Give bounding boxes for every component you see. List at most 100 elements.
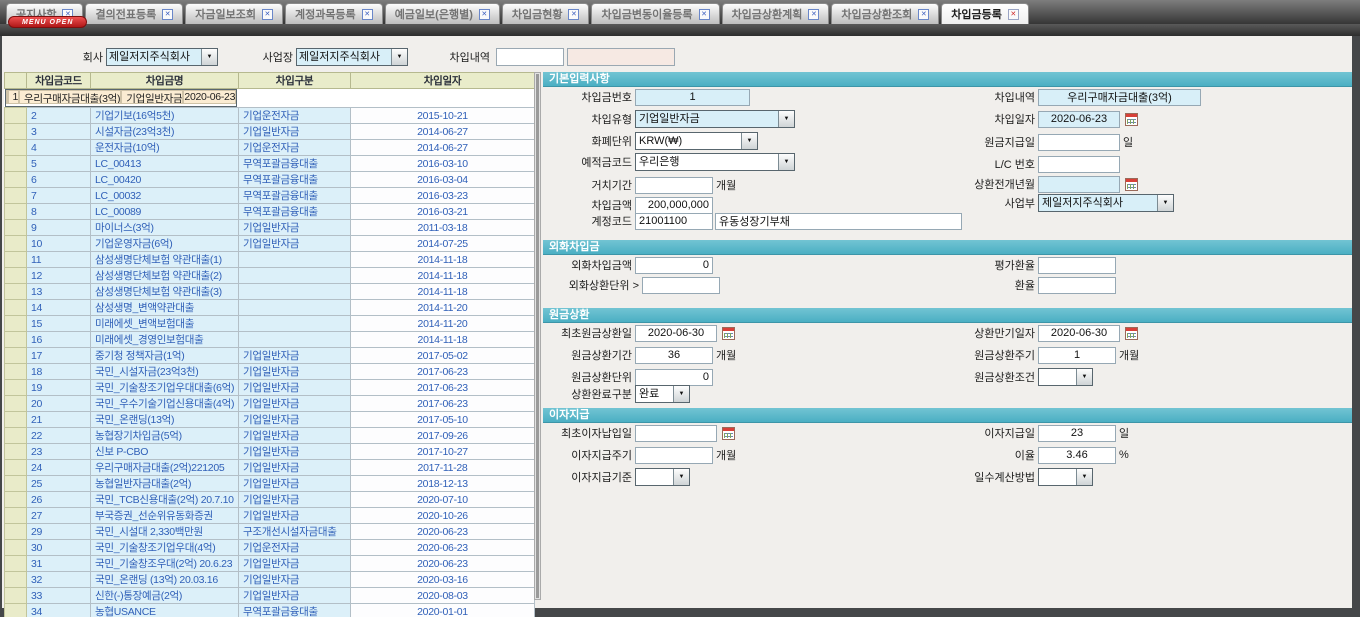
table-cell-date[interactable]: 2017-09-26	[351, 428, 535, 444]
close-icon[interactable]: ✕	[918, 9, 929, 20]
table-cell-date[interactable]: 2020-08-03	[351, 588, 535, 604]
table-cell-code[interactable]: 14	[27, 300, 91, 316]
table-cell-type[interactable]	[239, 316, 351, 332]
table-cell-code[interactable]: 33	[27, 588, 91, 604]
table-row[interactable]: 17중기청 정책자금(1억)기업일반자금2017-05-02	[5, 348, 535, 364]
table-cell-code[interactable]: 25	[27, 476, 91, 492]
table-cell-type[interactable]: 기업일반자금	[239, 412, 351, 428]
close-icon[interactable]: ✕	[262, 9, 273, 20]
table-cell-code[interactable]: 29	[27, 524, 91, 540]
col-header-date[interactable]: 차입일자	[351, 73, 535, 89]
table-cell-type[interactable]: 기업일반자금	[239, 556, 351, 572]
table-cell-selcol[interactable]	[5, 220, 27, 236]
table-row[interactable]: 32국민_온랜딩 (13억) 20.03.16기업일반자금2020-03-16	[5, 572, 535, 588]
eval-rate-field[interactable]	[1038, 257, 1116, 274]
interest-day-field[interactable]	[1038, 425, 1116, 442]
table-cell-date[interactable]: 2018-12-13	[351, 476, 535, 492]
table-cell-type[interactable]: 기업일반자금	[239, 364, 351, 380]
table-cell-date[interactable]: 2017-05-10	[351, 412, 535, 428]
table-cell-selcol[interactable]	[5, 348, 27, 364]
table-row[interactable]: 1우리구매자금대출(3억)기업일반자금2020-06-23	[5, 89, 238, 107]
table-cell-code[interactable]: 15	[27, 316, 91, 332]
division-select[interactable]: 제일저지주식회사▼	[1038, 194, 1174, 212]
account-name-field[interactable]	[715, 213, 962, 230]
table-cell-type[interactable]: 기업일반자금	[239, 444, 351, 460]
table-cell-type[interactable]: 기업일반자금	[239, 396, 351, 412]
table-cell-code[interactable]: 20	[27, 396, 91, 412]
table-cell-date[interactable]: 2016-03-21	[351, 204, 535, 220]
table-row[interactable]: 20국민_우수기술기업신용대출(4억)기업일반자금2017-06-23	[5, 396, 535, 412]
table-cell-code[interactable]: 31	[27, 556, 91, 572]
col-header-code[interactable]: 차입금코드	[27, 73, 91, 89]
calendar-icon[interactable]	[1125, 113, 1138, 126]
table-cell-code[interactable]: 7	[27, 188, 91, 204]
table-cell-code[interactable]: 1	[8, 90, 20, 104]
table-cell-selcol[interactable]	[5, 444, 27, 460]
table-cell-code[interactable]: 12	[27, 268, 91, 284]
table-cell-date[interactable]: 2017-10-27	[351, 444, 535, 460]
table-cell-date[interactable]: 2014-06-27	[351, 140, 535, 156]
loan-no-field[interactable]	[635, 89, 750, 106]
table-cell-date[interactable]: 2016-03-04	[351, 172, 535, 188]
table-cell-code[interactable]: 22	[27, 428, 91, 444]
table-cell-date[interactable]: 2014-11-18	[351, 332, 535, 348]
table-row[interactable]: 25농협일반자금대출(2억)기업일반자금2018-12-13	[5, 476, 535, 492]
table-row[interactable]: 9마이너스(3억)기업일반자금2011-03-18	[5, 220, 535, 236]
company-select[interactable]: 제일저지주식회사 ▼	[106, 48, 218, 66]
table-cell-selcol[interactable]	[5, 460, 27, 476]
calendar-icon[interactable]	[722, 427, 735, 440]
table-cell-code[interactable]: 32	[27, 572, 91, 588]
table-cell-type[interactable]: 기업운전자금	[239, 140, 351, 156]
calendar-icon[interactable]	[1125, 327, 1138, 340]
table-cell-selcol[interactable]	[5, 604, 27, 617]
table-cell-date[interactable]: 2015-10-21	[351, 108, 535, 124]
table-cell-name[interactable]: 삼성생명단체보험 약관대출(1)	[91, 252, 239, 268]
grace-period-field[interactable]	[635, 177, 713, 194]
interest-rate-field[interactable]	[1038, 447, 1116, 464]
close-icon[interactable]: ✕	[568, 9, 579, 20]
close-icon[interactable]: ✕	[808, 9, 819, 20]
table-cell-type[interactable]: 기업일반자금	[239, 428, 351, 444]
table-cell-selcol[interactable]	[5, 316, 27, 332]
table-cell-name[interactable]: 삼성생명_변액약관대출	[91, 300, 239, 316]
table-cell-date[interactable]: 2020-01-01	[351, 604, 535, 617]
day-count-select[interactable]: ▼	[1038, 468, 1093, 486]
table-cell-name[interactable]: 우리구매자금대출(3억)	[19, 90, 121, 104]
lc-no-field[interactable]	[1038, 156, 1120, 173]
first-repay-date-field[interactable]	[635, 325, 717, 342]
table-cell-selcol[interactable]	[5, 156, 27, 172]
table-cell-type[interactable]: 기업일반자금	[239, 380, 351, 396]
table-cell-name[interactable]: 국민_우수기술기업신용대출(4억)	[91, 396, 239, 412]
tab-4[interactable]: 계정과목등록✕	[285, 3, 383, 24]
table-cell-selcol[interactable]	[5, 428, 27, 444]
table-cell-type[interactable]: 기업일반자금	[239, 476, 351, 492]
table-cell-name[interactable]: 시설자금(23억3천)	[91, 124, 239, 140]
table-row[interactable]: 22농협장기차입금(5억)기업일반자금2017-09-26	[5, 428, 535, 444]
table-cell-type[interactable]: 구조개선시설자금대출	[239, 524, 351, 540]
table-cell-code[interactable]: 11	[27, 252, 91, 268]
table-cell-date[interactable]: 2020-10-26	[351, 508, 535, 524]
table-row[interactable]: 31국민_기술창조우대(2억) 20.6.23기업일반자금2020-06-23	[5, 556, 535, 572]
table-cell-date[interactable]: 2020-06-23	[183, 90, 236, 104]
loan-desc-filter-input[interactable]	[496, 48, 564, 66]
table-cell-selcol[interactable]	[5, 172, 27, 188]
table-cell-type[interactable]: 기업운전자금	[239, 540, 351, 556]
table-cell-code[interactable]: 10	[27, 236, 91, 252]
table-cell-date[interactable]: 2020-06-23	[351, 524, 535, 540]
table-cell-selcol[interactable]	[5, 588, 27, 604]
table-cell-name[interactable]: 기업기보(16억5천)	[91, 108, 239, 124]
principal-pay-day-field[interactable]	[1038, 134, 1120, 151]
table-cell-selcol[interactable]	[5, 332, 27, 348]
repay-period-field[interactable]	[635, 347, 713, 364]
table-cell-name[interactable]: LC_00089	[91, 204, 239, 220]
business-site-select[interactable]: 제일저지주식회사 ▼	[296, 48, 408, 66]
table-cell-date[interactable]: 2014-07-25	[351, 236, 535, 252]
loan-desc-field[interactable]	[1038, 89, 1201, 106]
table-row[interactable]: 18국민_시설자금(23억3천)기업일반자금2017-06-23	[5, 364, 535, 380]
table-cell-date[interactable]: 2014-11-20	[351, 316, 535, 332]
table-cell-name[interactable]: 삼성생명단체보험 약관대출(2)	[91, 268, 239, 284]
table-row[interactable]: 21국민_온랜딩(13억)기업일반자금2017-05-10	[5, 412, 535, 428]
tab-6[interactable]: 차입금현황✕	[502, 3, 590, 24]
table-row[interactable]: 10기업운영자금(6억)기업일반자금2014-07-25	[5, 236, 535, 252]
table-cell-selcol[interactable]	[5, 300, 27, 316]
